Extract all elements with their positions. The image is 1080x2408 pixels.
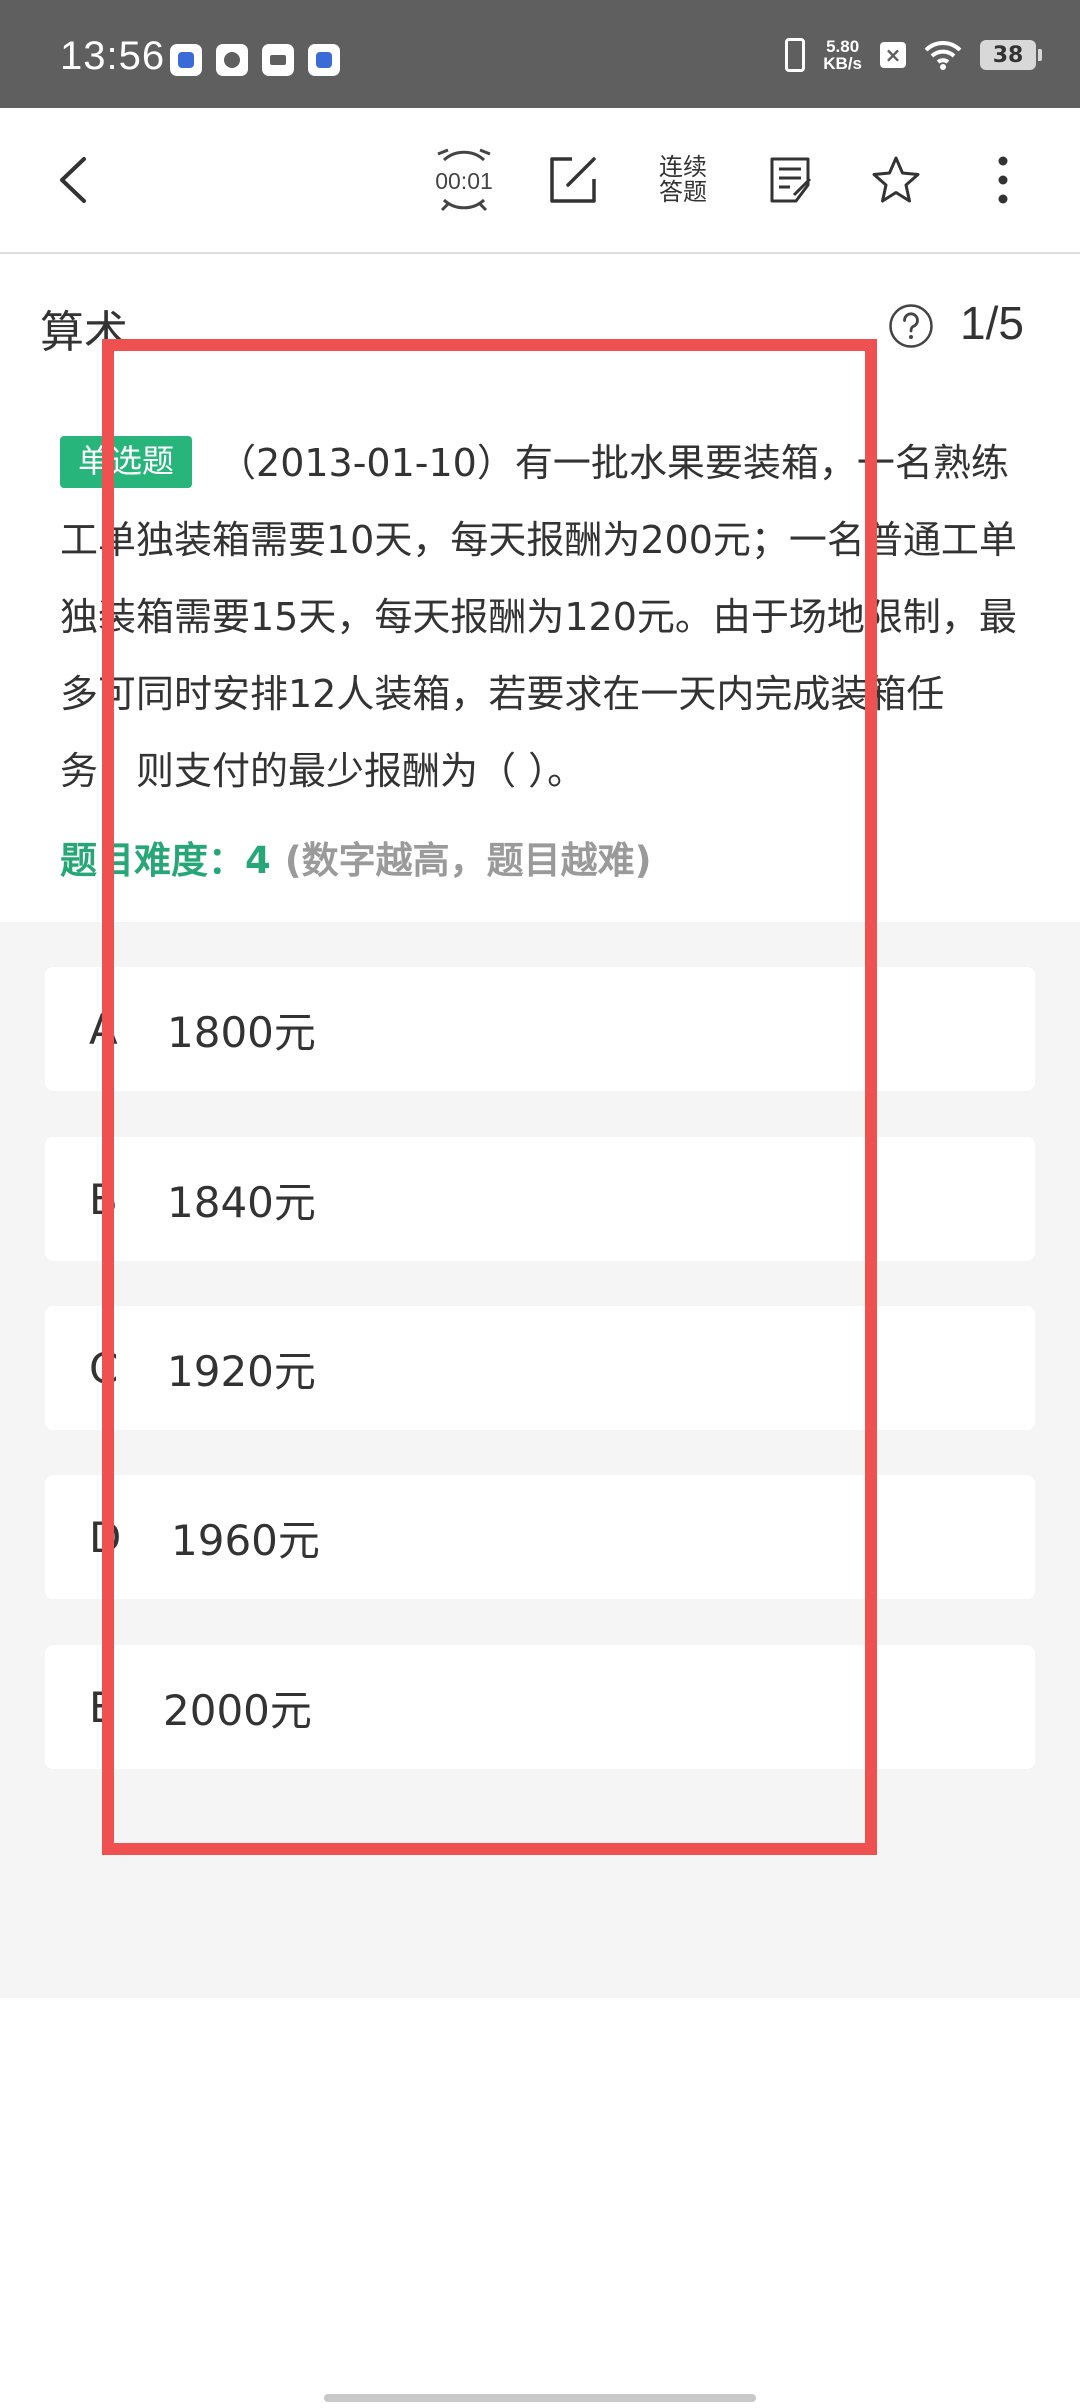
difficulty-note: (数字越高，题目越难) (284, 839, 652, 882)
status-bar: 13:56 5.80 KB/s × 38 (0, 0, 1080, 108)
app-notification-icon (308, 44, 340, 76)
option-text: 2000元 (163, 1685, 312, 1735)
option-letter: B (89, 1174, 118, 1224)
wifi-icon (924, 40, 962, 70)
option-a[interactable]: A 1800元 (45, 967, 1035, 1091)
option-text: 1920元 (167, 1346, 316, 1396)
battery-icon: 38 (980, 40, 1042, 70)
difficulty-label: 题目难度：4 (60, 839, 271, 882)
question-progress: 1/5 (960, 297, 1024, 349)
notification-icons (170, 44, 340, 76)
status-time: 13:56 (60, 34, 166, 78)
question-text: （2013-01-10）有一批水果要装箱，一名熟练工单独装箱需要10天，每天报酬… (60, 441, 1017, 793)
status-right: 5.80 KB/s × 38 (785, 38, 1042, 72)
net-speed-value: 5.80 (826, 37, 860, 56)
net-speed-unit: KB/s (823, 54, 862, 73)
question-body: 单选题 （2013-01-10）有一批水果要装箱，一名熟练工单独装箱需要10天，每… (60, 425, 1020, 810)
continuous-answer-button[interactable]: 连续 答题 (652, 148, 714, 212)
question-type-badge: 单选题 (60, 436, 193, 488)
timer-text: 00:01 (435, 168, 493, 194)
continuous-label-line2: 答题 (659, 178, 707, 206)
option-text: 1800元 (167, 1007, 316, 1057)
no-sim-icon: × (880, 42, 906, 68)
option-e[interactable]: E 2000元 (45, 1645, 1035, 1769)
draft-button[interactable] (545, 148, 601, 212)
app-notification-icon (216, 44, 248, 76)
back-button[interactable] (50, 148, 96, 212)
option-text: 1960元 (171, 1515, 320, 1565)
favorite-button[interactable] (868, 148, 924, 212)
help-icon[interactable] (888, 303, 934, 349)
vibrate-icon (785, 38, 806, 72)
option-d[interactable]: D 1960元 (45, 1475, 1035, 1599)
option-letter: C (89, 1343, 119, 1393)
option-text: 1840元 (167, 1177, 316, 1227)
question-category: 算术 (40, 307, 128, 358)
chevron-left-icon (60, 157, 86, 203)
difficulty: 题目难度：4 (数字越高，题目越难) (60, 830, 652, 884)
home-indicator[interactable] (324, 2394, 756, 2402)
option-letter: D (89, 1512, 122, 1562)
star-icon (872, 156, 920, 203)
answer-sheet-icon (770, 157, 812, 203)
answer-sheet-button[interactable] (765, 148, 815, 212)
timer-button[interactable]: 00:01 (428, 148, 500, 212)
option-b[interactable]: B 1840元 (45, 1137, 1035, 1261)
app-notification-icon (170, 44, 202, 76)
more-vertical-icon (998, 156, 1008, 204)
option-letter: A (89, 1004, 118, 1054)
mail-notification-icon (262, 44, 294, 76)
option-c[interactable]: C 1920元 (45, 1306, 1035, 1430)
options-area: A 1800元 B 1840元 C 1920元 D 1960元 E 2000元 (0, 922, 1080, 1998)
edit-icon (550, 157, 596, 203)
top-toolbar: 00:01 连续 答题 (0, 108, 1080, 254)
more-button[interactable] (988, 148, 1018, 212)
continuous-label-line1: 连续 (659, 153, 707, 181)
net-speed: 5.80 KB/s (823, 38, 862, 72)
option-letter: E (89, 1682, 116, 1732)
